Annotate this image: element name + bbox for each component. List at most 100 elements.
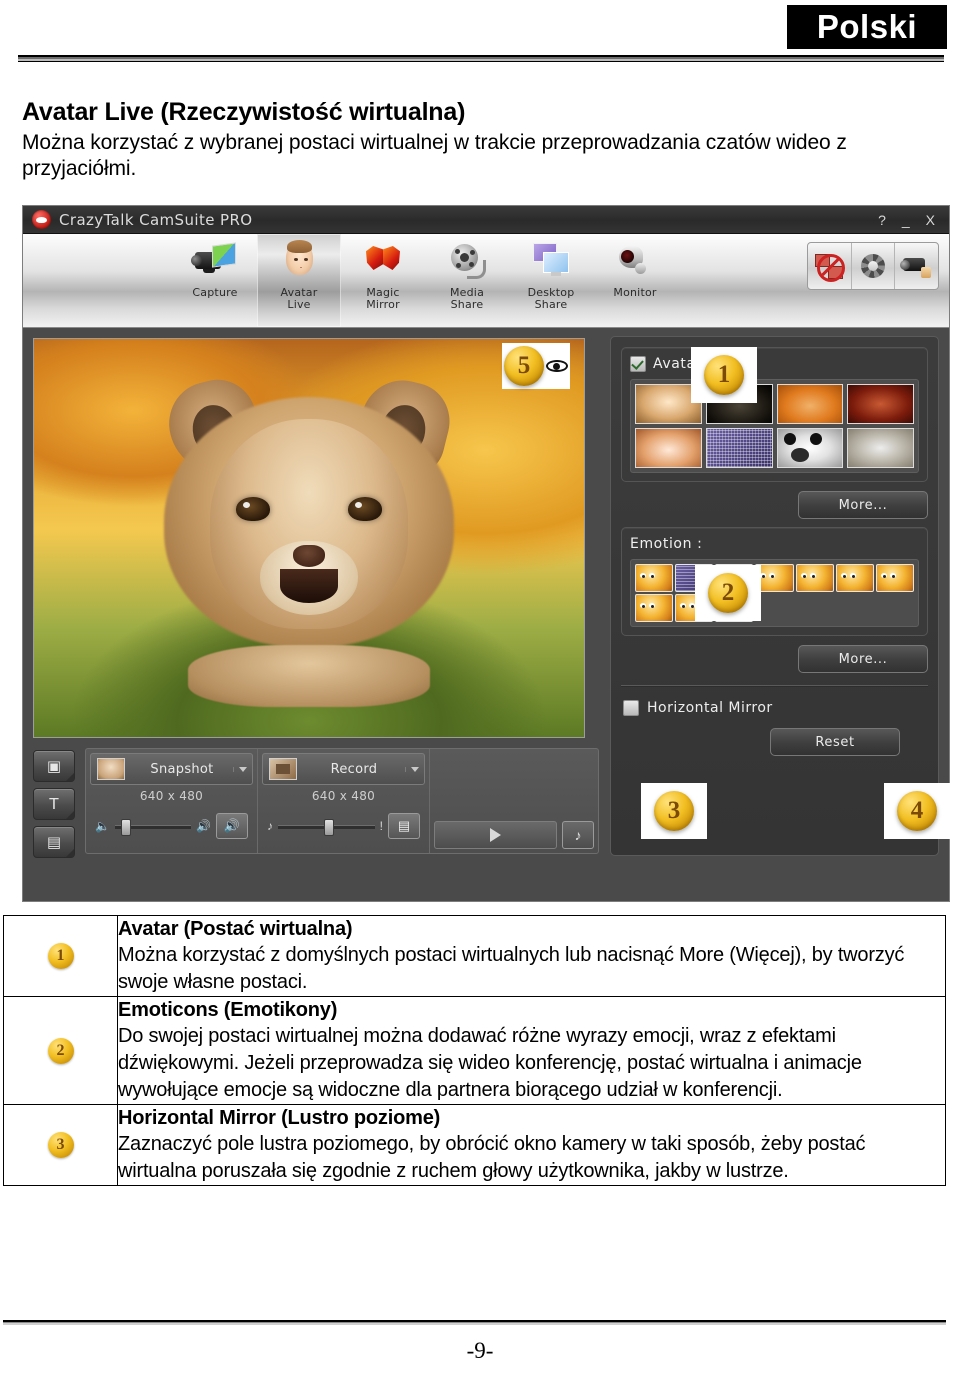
preview-column: 5 ▣ T ▤ Snapshot 640 x 480 🔈 🔊 🔊 Record … [23,328,608,901]
callout-badge-4: 4 [884,783,950,839]
lion-cub-image [160,371,458,707]
help-button[interactable]: ? [878,213,886,227]
snapshot-resolution: 640 x 480 [139,789,204,803]
text-tool-button[interactable]: T [33,788,75,820]
app-toolbar: Capture Avatar Live Magic Mirror Media S… [23,234,949,328]
explanation-title-3: Horizontal Mirror (Lustro poziome) [118,1107,441,1129]
frame-tool-button[interactable]: ▤ [33,826,75,858]
intro-section: Avatar Live (Rzeczywistość wirtualna) Mo… [22,98,932,183]
avatar-checkbox[interactable] [630,356,646,372]
page-title: Avatar Live (Rzeczywistość wirtualna) [22,98,466,126]
close-button[interactable]: X [926,213,935,227]
callout-badge-1: 1 [691,347,757,403]
toolbar-item-desktop-share[interactable]: Desktop Share [509,234,593,327]
explanation-marker-2: 2 [47,1037,74,1064]
media-share-film-icon [445,240,489,284]
emoticon-confused[interactable] [795,564,834,592]
reset-row: Reset [621,728,928,756]
avatar-settings-panel: Avatar : More... Emotion: More... Horiz… [610,336,939,856]
speaker-high-icon: 🔊 [196,819,211,833]
sound-effect-button[interactable]: ♪ [562,821,594,849]
avatar-purple-selected[interactable] [705,428,773,468]
marker-number-5: 5 [504,346,544,386]
desktop-share-icon [529,240,573,284]
emoticon-smile[interactable] [635,594,674,622]
avatar-orange-king[interactable] [776,384,844,424]
horizontal-mirror-row[interactable]: Horizontal Mirror [621,700,928,716]
avatar-panda[interactable] [776,428,844,468]
explanation-marker-cell-3: 3 [3,1104,118,1186]
emoticon-surprised[interactable] [835,564,874,592]
app-logo-icon [32,210,51,229]
avatar-red-warrior[interactable] [847,384,914,424]
avatar-doll-girl[interactable] [635,428,702,468]
play-button[interactable] [434,821,557,849]
emotion-group-header: Emotion : [630,536,919,552]
avatar-face-icon [277,240,321,284]
callout-badge-2: 2 [695,565,761,621]
emoticon-tongue-kiss[interactable] [755,564,794,592]
app-title: CrazyTalk CamSuite PRO [59,210,253,229]
speaker-volume-row: 🔈 🔊 🔊 [90,803,253,839]
emotion-group-label: Emotion : [630,536,703,552]
app-body: 5 ▣ T ▤ Snapshot 640 x 480 🔈 🔊 🔊 Record … [23,328,949,901]
toolbar-label-avatar-live: Avatar Live [280,286,318,311]
footer-rule [3,1320,946,1325]
select-camera-icon[interactable] [895,243,938,289]
speaker-mute-button[interactable]: 🔊 [216,813,248,839]
toolbar-label-capture: Capture [192,286,238,299]
capture-icon [191,240,237,284]
explanation-text-cell-3: Horizontal Mirror (Lustro poziome) Zazna… [117,1104,946,1186]
toolbar-item-avatar-live[interactable]: Avatar Live [257,234,341,327]
toolbar-label-media-share: Media Share [449,286,485,311]
side-tool-buttons: ▣ T ▤ [33,748,79,858]
table-row: 1 Avatar (Postać wirtualna) Można korzys… [3,915,946,997]
explanation-body-2: Do swojej postaci wirtualnej można dodaw… [118,1025,862,1101]
record-column: Record 640 x 480 ♪ ! ▤ [258,749,430,853]
playback-row: ♪ [434,821,594,849]
video-preview[interactable]: 5 [33,338,585,738]
music-note-icon: ♪ [267,819,273,833]
toolbar-item-capture[interactable]: Capture [173,234,257,327]
emoticon-crying[interactable] [875,564,914,592]
record-dropdown-caret[interactable] [405,766,424,772]
settings-gear-icon[interactable] [852,243,896,289]
speaker-low-icon: 🔈 [95,819,110,833]
record-button[interactable]: Record [262,753,425,785]
avatar-thumbnail-wrap [630,379,919,473]
speaker-volume-slider[interactable] [114,819,192,836]
record-label: Record [330,761,378,777]
minimize-button[interactable]: _ [902,213,910,227]
emotion-more-button[interactable]: More... [798,645,928,673]
window-controls: ? _ X [878,213,935,227]
toolbar-item-monitor[interactable]: Monitor [593,234,677,327]
avatar-thumbnail-grid [635,384,914,468]
snapshot-button[interactable]: Snapshot [90,753,253,785]
toolbar-label-desktop-share: Desktop Share [527,286,575,311]
microphone-volume-row: ♪ ! ▤ [262,803,425,839]
callout-badge-3: 3 [641,783,707,839]
avatar-group: Avatar : [621,347,928,482]
reset-button[interactable]: Reset [770,728,900,756]
marker-number-4: 4 [897,791,937,831]
horizontal-mirror-checkbox[interactable] [623,700,639,716]
emoticon-angry-wink[interactable] [635,564,674,592]
toolbar-item-magic-mirror[interactable]: Magic Mirror [341,234,425,327]
eye-preview-icon[interactable] [546,358,568,374]
marker-number-2: 2 [708,573,748,613]
microphone-mute-button[interactable]: ▤ [388,813,420,839]
camera-effect-button[interactable]: ▣ [33,750,75,782]
microphone-volume-slider[interactable] [278,819,375,836]
toolbar-item-media-share[interactable]: Media Share [425,234,509,327]
avatar-more-button[interactable]: More... [798,491,928,519]
application-screenshot: CrazyTalk CamSuite PRO ? _ X Capture Ava… [22,205,950,902]
snapshot-dropdown-caret[interactable] [233,766,252,772]
explanation-text-cell-1: Avatar (Postać wirtualna) Można korzysta… [117,915,946,997]
avatar-stone-statue[interactable] [847,428,914,468]
explanation-marker-cell-1: 1 [3,915,118,997]
record-thumb-icon [269,758,297,780]
magic-mirror-mask-icon [361,240,405,284]
table-row: 3 Horizontal Mirror (Lustro poziome) Zaz… [3,1104,946,1186]
explanation-marker-cell-2: 2 [3,996,118,1105]
disable-chat-icon[interactable] [808,243,852,289]
